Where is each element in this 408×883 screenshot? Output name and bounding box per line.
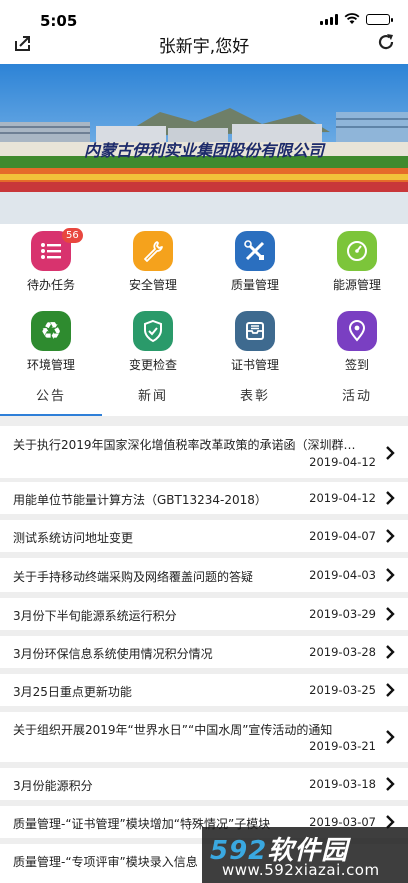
news-title: 3月份能源积分 — [13, 779, 93, 793]
grid-item-checkin[interactable]: 签到 — [306, 304, 408, 384]
wifi-icon — [344, 13, 360, 24]
news-date: 2019-03-25 — [309, 683, 376, 697]
news-title: 3月25日重点更新功能 — [13, 685, 132, 699]
news-date: 2019-04-12 — [309, 491, 376, 505]
news-title: 3月份下半旬能源系统运行积分 — [13, 609, 177, 623]
list-item[interactable]: 测试系统访问地址变更 2019-04-07 — [0, 520, 408, 552]
grid-label: 质量管理 — [230, 278, 279, 292]
grid-label: 安全管理 — [128, 278, 177, 292]
chevron-right-icon — [386, 777, 395, 791]
chevron-right-icon — [386, 568, 395, 582]
page-title: 张新宇,您好 — [158, 37, 250, 57]
nav-bar: 张新宇,您好 — [0, 30, 408, 64]
site-watermark: 592软件园 www.592xiazai.com — [202, 827, 408, 883]
status-icons — [320, 13, 393, 25]
news-date: 2019-04-07 — [309, 529, 376, 543]
news-date: 2019-03-29 — [309, 607, 376, 621]
news-date: 2019-03-18 — [309, 777, 376, 791]
grid-item-safety[interactable]: 安全管理 — [102, 224, 204, 304]
news-list: 关于执行2019年国家深化增值税率改革政策的承诺函（深圳群… 2019-04-1… — [0, 416, 408, 883]
tab-bar: 公告 新闻 表彰 活动 — [0, 384, 408, 416]
gauge-icon — [337, 231, 377, 271]
tools-icon — [235, 231, 275, 271]
banner-image: 内蒙古伊利实业集团股份有限公司 — [0, 64, 408, 224]
chevron-right-icon — [386, 491, 395, 505]
signal-icon — [320, 13, 338, 25]
grid-label: 能源管理 — [332, 278, 381, 292]
list-item[interactable]: 关于手持移动终端采购及网络覆盖问题的答疑 2019-04-03 — [0, 558, 408, 592]
news-title: 关于组织开展2019年“世界水日”“中国水周”宣传活动的通知 — [13, 723, 333, 737]
chevron-right-icon — [386, 645, 395, 659]
watermark-url: www.592xiazai.com — [222, 861, 380, 879]
todo-count-badge: 56 — [62, 228, 83, 243]
inbox-icon — [235, 311, 275, 351]
grid-label: 证书管理 — [230, 358, 279, 372]
tab-activities[interactable]: 活动 — [306, 384, 408, 416]
list-item[interactable]: 3月25日重点更新功能 2019-03-25 — [0, 674, 408, 706]
status-bar: 5:05 — [0, 0, 408, 30]
battery-icon — [366, 13, 393, 25]
company-building-photo: 内蒙古伊利实业集团股份有限公司 — [0, 64, 408, 224]
function-grid: 56 待办任务 安全管理 质量管理 能源管理 ♻ 环境管理 变更检查 证书管理 … — [0, 224, 408, 384]
wrench-icon — [133, 231, 173, 271]
news-title: 关于手持移动终端采购及网络覆盖问题的答疑 — [13, 570, 254, 584]
list-item[interactable]: 关于组织开展2019年“世界水日”“中国水周”宣传活动的通知 2019-03-2… — [0, 712, 408, 762]
tab-commendations[interactable]: 表彰 — [204, 384, 306, 416]
list-item[interactable]: 3月份下半旬能源系统运行积分 2019-03-29 — [0, 598, 408, 630]
grid-item-change-check[interactable]: 变更检查 — [102, 304, 204, 384]
list-item[interactable]: 关于执行2019年国家深化增值税率改革政策的承诺函（深圳群… 2019-04-1… — [0, 426, 408, 478]
news-title: 关于执行2019年国家深化增值税率改革政策的承诺函（深圳群… — [13, 438, 356, 452]
list-item[interactable]: 3月份能源积分 2019-03-18 — [0, 768, 408, 800]
recycle-icon: ♻ — [31, 311, 71, 351]
chevron-right-icon — [386, 529, 395, 543]
grid-item-certificate[interactable]: 证书管理 — [204, 304, 306, 384]
location-pin-icon — [337, 311, 377, 351]
status-time: 5:05 — [40, 12, 78, 30]
chevron-right-icon — [386, 607, 395, 621]
chevron-right-icon — [386, 446, 395, 460]
news-title: 3月份环保信息系统使用情况积分情况 — [13, 647, 213, 661]
chevron-right-icon — [386, 730, 395, 744]
tab-news[interactable]: 新闻 — [102, 384, 204, 416]
grid-label: 变更检查 — [128, 358, 177, 372]
news-date: 2019-03-28 — [309, 645, 376, 659]
news-date: 2019-04-03 — [309, 568, 376, 582]
shield-check-icon — [133, 311, 173, 351]
company-sign: 内蒙古伊利实业集团股份有限公司 — [84, 141, 326, 160]
grid-item-todo[interactable]: 56 待办任务 — [0, 224, 102, 304]
grid-label: 环境管理 — [26, 358, 75, 372]
grid-item-environment[interactable]: ♻ 环境管理 — [0, 304, 102, 384]
grid-item-energy[interactable]: 能源管理 — [306, 224, 408, 304]
news-date: 2019-03-21 — [309, 739, 376, 753]
news-title: 测试系统访问地址变更 — [13, 531, 134, 545]
tab-announcements[interactable]: 公告 — [0, 384, 102, 416]
list-item[interactable]: 3月份环保信息系统使用情况积分情况 2019-03-28 — [0, 636, 408, 668]
grid-item-quality[interactable]: 质量管理 — [204, 224, 306, 304]
grid-label: 待办任务 — [26, 278, 75, 292]
list-item[interactable]: 用能单位节能量计算方法（GBT13234-2018） 2019-04-12 — [0, 482, 408, 514]
news-date: 2019-04-12 — [309, 455, 376, 469]
chevron-right-icon — [386, 683, 395, 697]
news-title: 用能单位节能量计算方法（GBT13234-2018） — [13, 493, 267, 507]
refresh-icon[interactable] — [374, 30, 398, 54]
grid-label: 签到 — [344, 358, 369, 372]
